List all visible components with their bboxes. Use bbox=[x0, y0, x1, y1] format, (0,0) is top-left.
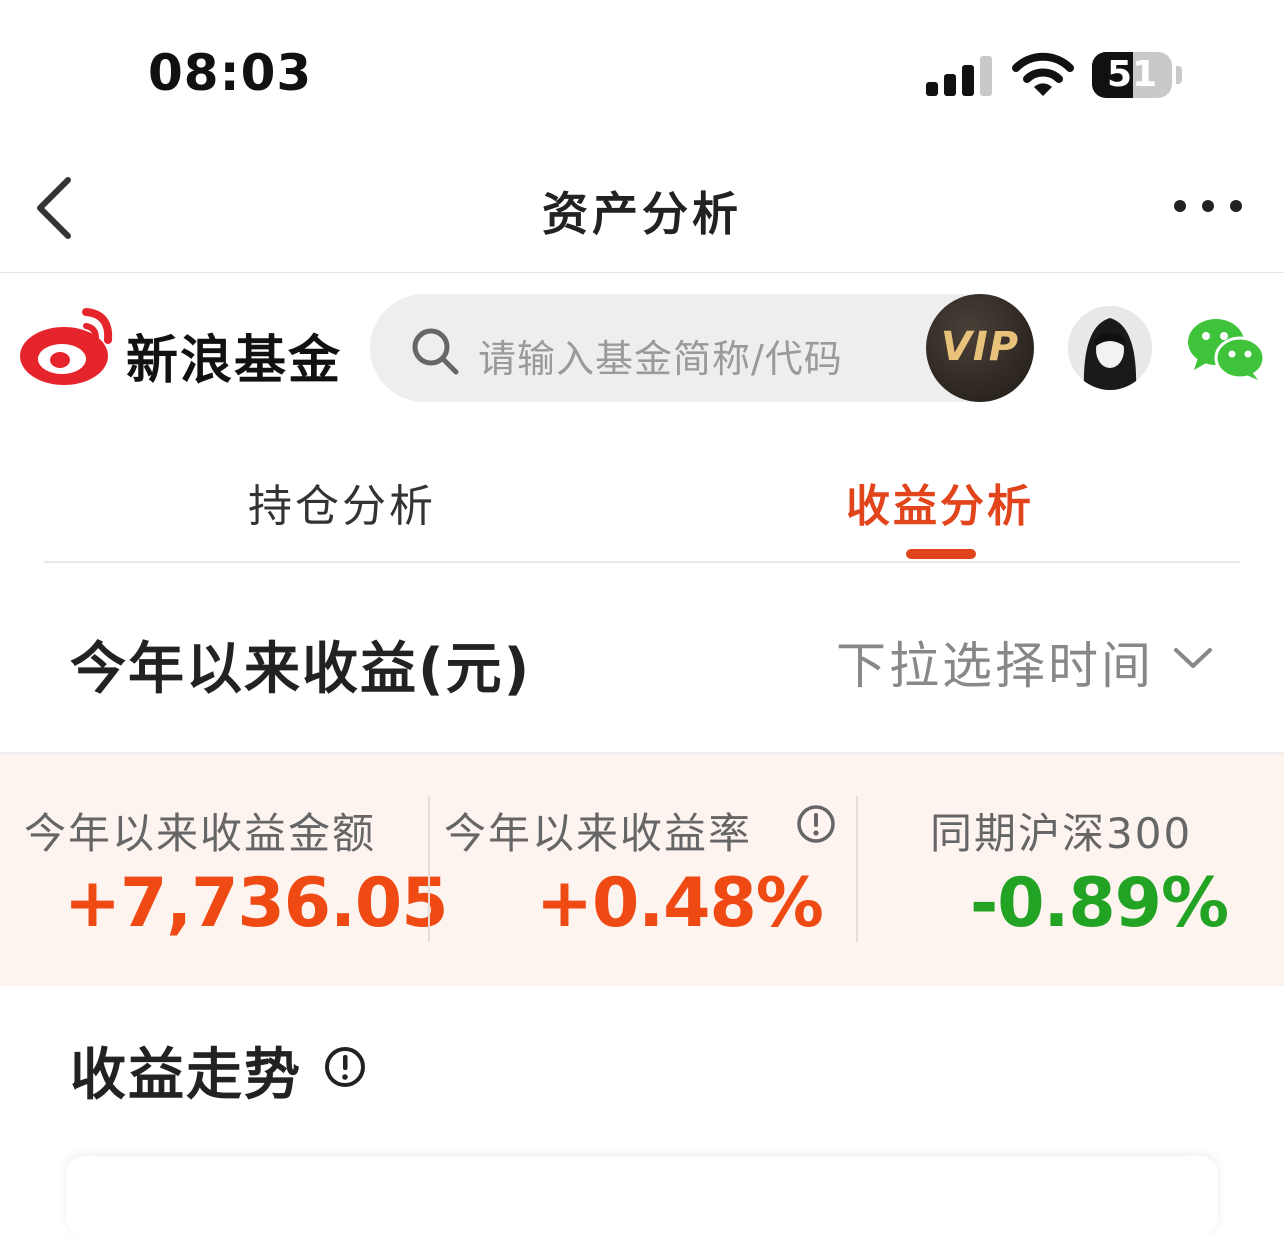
vip-label: VIP bbox=[940, 324, 1020, 370]
wechat-icon[interactable] bbox=[1186, 316, 1266, 382]
section-title: 今年以来收益(元) bbox=[70, 637, 532, 702]
search-placeholder: 请输入基金简称/代码 bbox=[478, 337, 843, 381]
wifi-icon bbox=[1012, 52, 1074, 96]
avatar[interactable] bbox=[1068, 306, 1152, 390]
info-circle-icon[interactable] bbox=[324, 1046, 366, 1088]
user-avatar-image bbox=[1068, 306, 1152, 390]
brand-name: 新浪基金 bbox=[126, 331, 343, 391]
ytd-return-rate-label: 今年以来收益率 bbox=[444, 809, 753, 858]
ytd-return-rate-value: +0.48% bbox=[536, 864, 824, 943]
tab-holdings-analysis[interactable]: 持仓分析 bbox=[248, 470, 436, 534]
time-range-dropdown[interactable]: 下拉选择时间 bbox=[836, 626, 1154, 698]
cellular-signal-icon bbox=[926, 56, 992, 96]
sina-logo-icon bbox=[20, 308, 113, 385]
battery-indicator: 51 bbox=[1092, 52, 1182, 98]
search-icon bbox=[412, 328, 459, 375]
csi300-label: 同期沪深300 bbox=[930, 809, 1193, 858]
trend-chart-card bbox=[66, 1156, 1218, 1236]
battery-level: 51 bbox=[1106, 54, 1158, 95]
ytd-return-amount-label: 今年以来收益金额 bbox=[24, 809, 377, 858]
page-title: 资产分析 bbox=[542, 187, 742, 241]
tab-divider bbox=[44, 561, 1240, 563]
ytd-return-amount-value: +7,736.05 bbox=[64, 864, 449, 943]
active-tab-indicator bbox=[906, 549, 976, 559]
trend-title: 收益走势 bbox=[70, 1043, 302, 1108]
more-button[interactable] bbox=[1172, 194, 1244, 218]
chevron-down-icon[interactable] bbox=[1172, 644, 1214, 672]
tab-returns-analysis[interactable]: 收益分析 bbox=[846, 470, 1034, 534]
status-time: 08:03 bbox=[148, 44, 313, 102]
stat-divider bbox=[856, 796, 858, 942]
csi300-value: -0.89% bbox=[970, 864, 1229, 943]
nav-divider bbox=[0, 272, 1284, 273]
stat-divider bbox=[428, 796, 430, 942]
info-circle-icon[interactable] bbox=[796, 804, 836, 844]
